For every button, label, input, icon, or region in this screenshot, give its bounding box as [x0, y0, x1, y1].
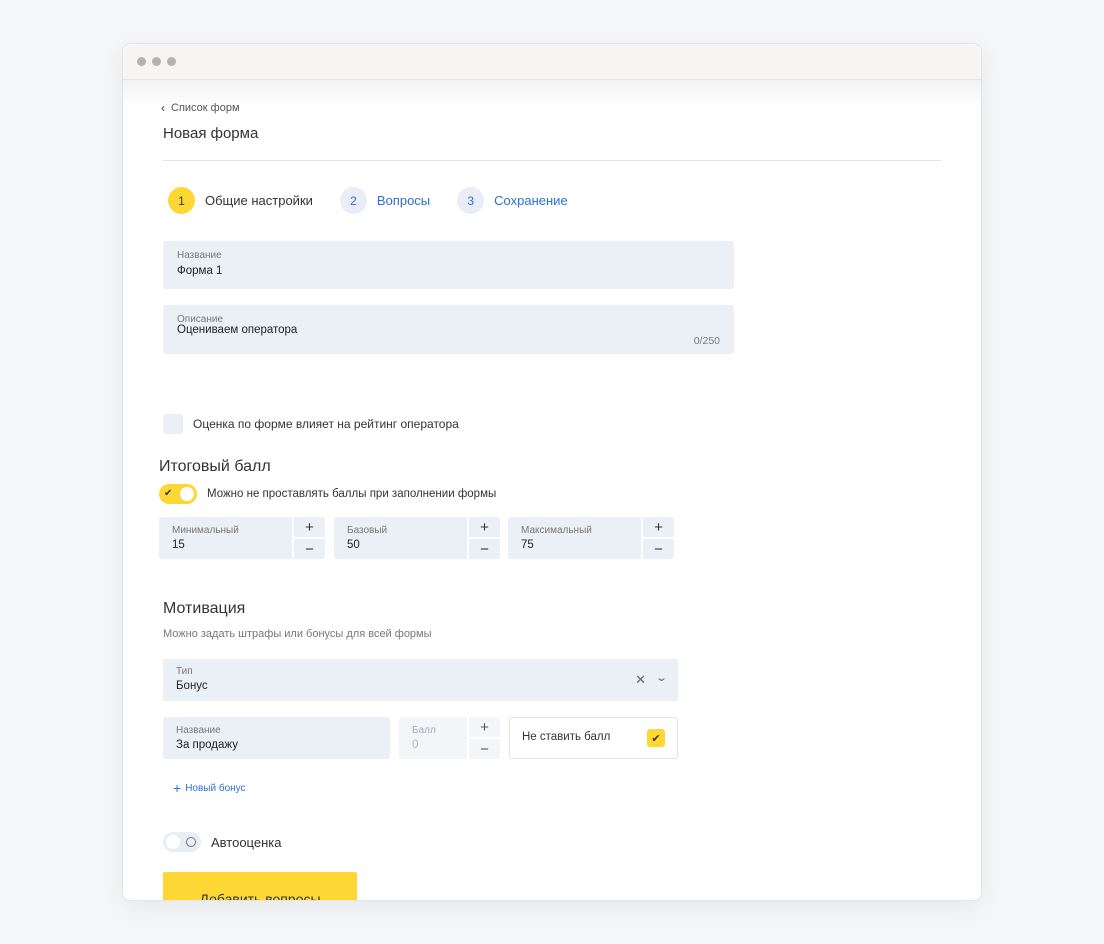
title-divider — [163, 160, 941, 161]
no-score-label: Не ставить балл — [522, 731, 611, 743]
step-questions[interactable]: 2 Вопросы — [339, 187, 431, 214]
stepper: 1 Общие настройки 2 Вопросы 3 Сохранение — [168, 187, 595, 214]
browser-window: ‹ Список форм Новая форма 1 Общие настро… — [122, 43, 982, 901]
field-label: Тип — [176, 666, 193, 677]
check-icon: ✔ — [651, 732, 661, 745]
page-title: Новая форма — [163, 125, 259, 142]
field-label: Минимальный — [172, 525, 239, 536]
motivation-type-select[interactable]: Тип Бонус ✕ ⌄ — [163, 659, 678, 701]
field-value: Бонус — [176, 680, 208, 692]
window-dot-icon — [137, 57, 146, 66]
chevron-down-icon[interactable]: ⌄ — [655, 671, 668, 684]
auto-score-toggle[interactable] — [163, 832, 201, 852]
auto-score-toggle-row: Автооценка — [163, 832, 281, 852]
window-dot-icon — [167, 57, 176, 66]
max-score-input[interactable]: Максимальный 75 — [508, 517, 641, 559]
increment-button[interactable]: + — [294, 517, 325, 537]
field-label: Название — [176, 725, 221, 736]
field-value: 15 — [172, 539, 185, 551]
chevron-left-icon: ‹ — [161, 101, 165, 115]
char-counter: 0/250 — [693, 335, 720, 347]
field-value: 50 — [347, 539, 360, 551]
step-label: Вопросы — [376, 193, 431, 208]
min-score-input[interactable]: Минимальный 15 — [159, 517, 292, 559]
plus-icon: + — [173, 780, 182, 796]
field-value: 75 — [521, 539, 534, 551]
step-number: 3 — [457, 187, 485, 214]
add-bonus-link[interactable]: + Новый бонус — [173, 781, 246, 795]
field-value: За продажу — [176, 739, 238, 751]
step-number: 2 — [339, 187, 367, 214]
optional-score-toggle-row: ✔ Можно не проставлять баллы при заполне… — [159, 484, 496, 504]
step-label: Общие настройки — [205, 193, 313, 208]
increment-button[interactable]: + — [643, 517, 674, 537]
field-label: Название — [177, 250, 222, 261]
field-value: Форма 1 — [177, 265, 223, 277]
auto-score-label: Автооценка — [211, 834, 282, 850]
step-number: 1 — [168, 187, 195, 214]
field-label: Балл — [412, 725, 436, 736]
field-value: Оцениваем оператора — [177, 324, 298, 336]
optional-score-toggle[interactable]: ✔ — [159, 484, 197, 504]
toggle-knob — [166, 835, 180, 849]
add-questions-button[interactable]: Добавить вопросы — [163, 872, 357, 900]
increment-button[interactable]: + — [469, 517, 500, 537]
no-score-checkbox[interactable]: ✔ — [647, 729, 665, 747]
off-indicator-icon — [186, 837, 196, 847]
form-description-field[interactable]: Описание Оцениваем оператора 0/250 — [163, 305, 734, 354]
form-name-field[interactable]: Название Форма 1 — [163, 241, 734, 289]
rating-checkbox[interactable] — [163, 414, 183, 434]
window-titlebar — [123, 44, 981, 80]
rating-checkbox-label: Оценка по форме влияет на рейтинг операт… — [193, 417, 459, 431]
decrement-button[interactable]: − — [469, 739, 500, 759]
step-label: Сохранение — [494, 193, 568, 208]
add-bonus-label: Новый бонус — [185, 782, 246, 794]
decrement-button[interactable]: − — [469, 539, 500, 559]
no-score-option[interactable]: Не ставить балл ✔ — [509, 717, 678, 759]
field-value: 0 — [412, 739, 419, 751]
window-dot-icon — [152, 57, 161, 66]
decrement-button[interactable]: − — [294, 539, 325, 559]
toggle-knob — [180, 487, 194, 501]
check-icon: ✔ — [164, 488, 173, 499]
motivation-subtitle: Можно задать штрафы или бонусы для всей … — [163, 628, 432, 640]
max-score-stepper: Максимальный 75 + − — [508, 517, 674, 559]
min-score-stepper: Минимальный 15 + − — [159, 517, 325, 559]
bonus-name-field[interactable]: Название За продажу — [163, 717, 390, 759]
base-score-stepper: Базовый 50 + − — [334, 517, 500, 559]
rating-checkbox-row: Оценка по форме влияет на рейтинг операт… — [163, 414, 459, 434]
step-saving[interactable]: 3 Сохранение — [457, 187, 568, 214]
field-label: Максимальный — [521, 525, 592, 536]
page-content: ‹ Список форм Новая форма 1 Общие настро… — [123, 80, 981, 900]
step-general-settings[interactable]: 1 Общие настройки — [168, 187, 313, 214]
bonus-points-stepper: Балл 0 + − — [399, 717, 500, 759]
score-section-title: Итоговый балл — [159, 458, 271, 475]
base-score-input[interactable]: Базовый 50 — [334, 517, 467, 559]
increment-button[interactable]: + — [469, 717, 500, 737]
close-icon[interactable]: ✕ — [635, 672, 646, 688]
decrement-button[interactable]: − — [643, 539, 674, 559]
back-link-label: Список форм — [171, 102, 240, 114]
field-label: Базовый — [347, 525, 388, 536]
bonus-points-input[interactable]: Балл 0 — [399, 717, 467, 759]
motivation-section-title: Мотивация — [163, 600, 246, 617]
optional-score-label: Можно не проставлять баллы при заполнени… — [207, 488, 497, 500]
back-link[interactable]: ‹ Список форм — [161, 102, 240, 114]
